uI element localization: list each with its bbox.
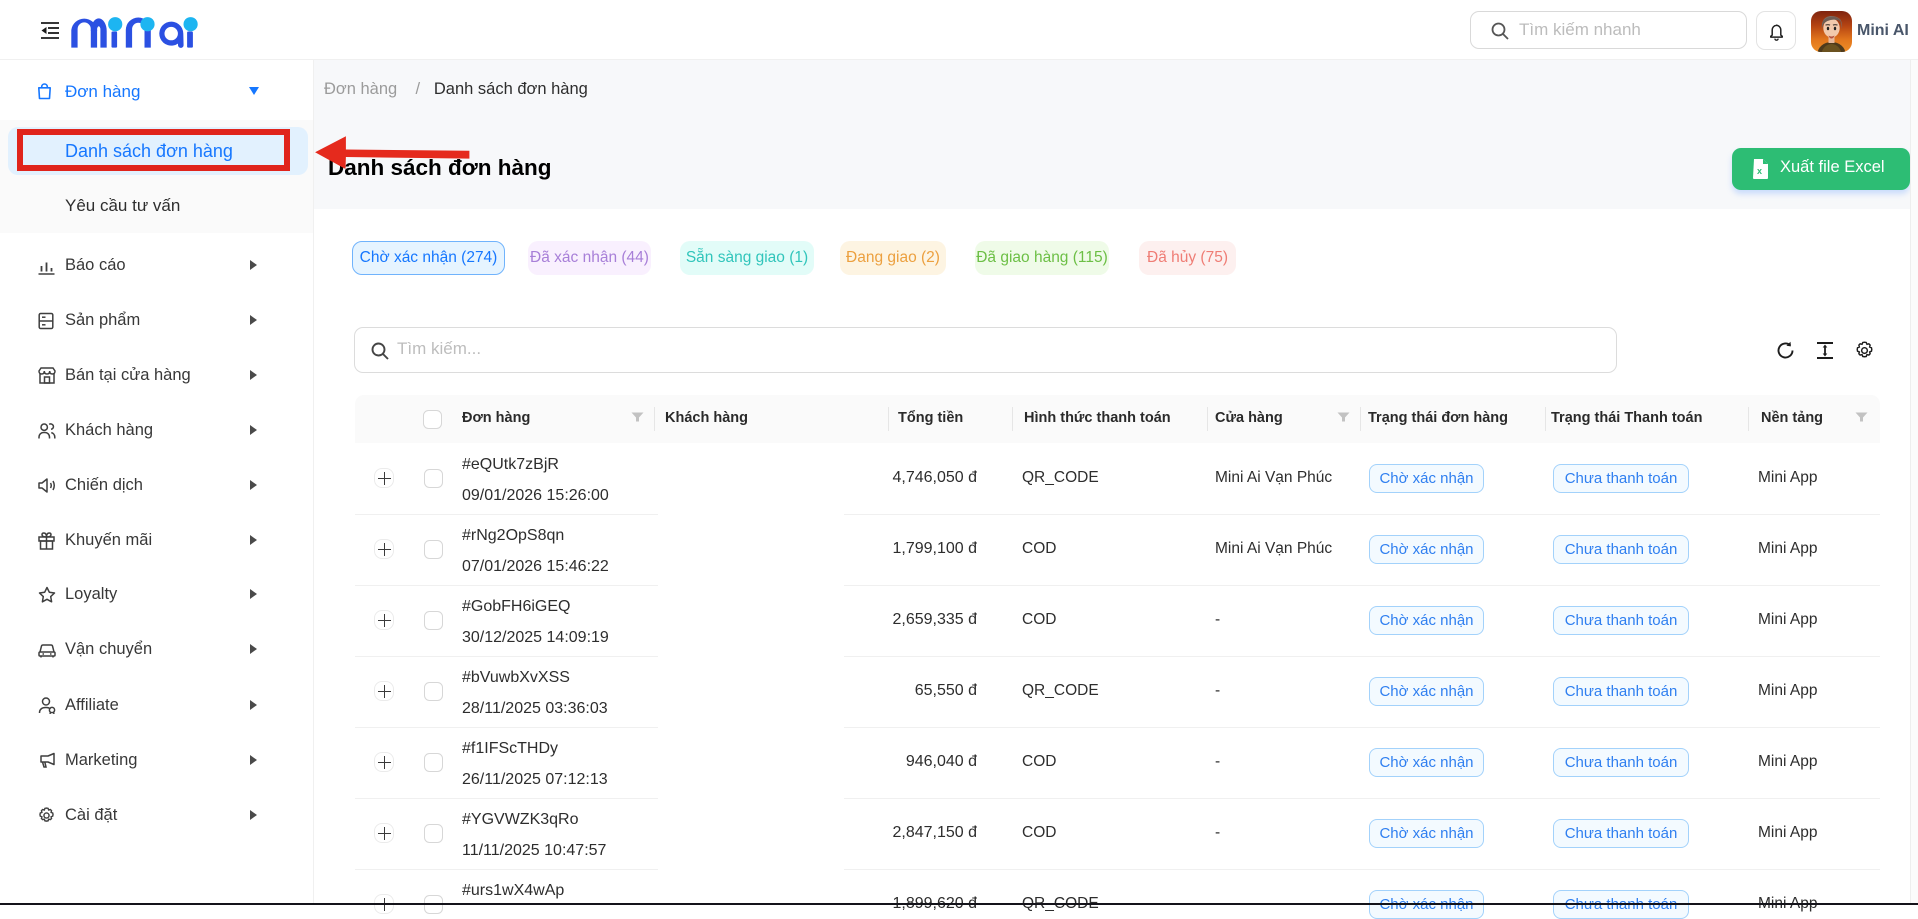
svg-text:x: x [1757, 166, 1762, 176]
